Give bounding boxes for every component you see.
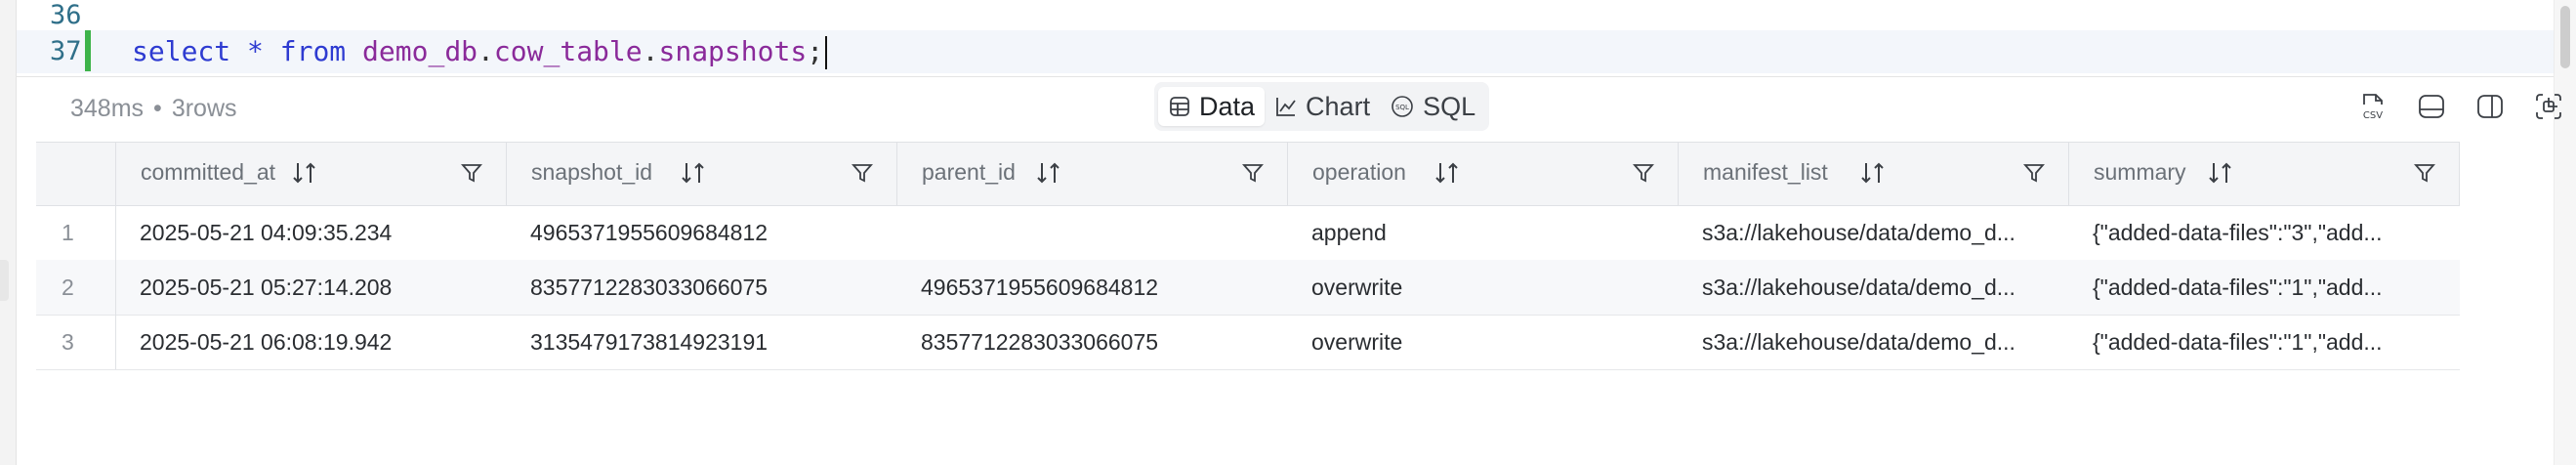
tab-label: SQL — [1423, 91, 1476, 121]
sort-icon[interactable] — [679, 160, 708, 190]
cell-summary[interactable]: {"added-data-files":"1","add... — [2093, 329, 2454, 356]
column-header-manifest-list[interactable]: manifest_list — [1679, 143, 2069, 205]
gutter-notch — [0, 260, 9, 301]
sql-punct: ; — [807, 35, 824, 67]
column-name: manifest_list — [1703, 159, 1828, 185]
cell-manifest-list[interactable]: s3a://lakehouse/data/demo_d... — [1702, 275, 2063, 301]
cell-manifest-list[interactable]: s3a://lakehouse/data/demo_d... — [1702, 329, 2063, 356]
row-number-text: 2 — [62, 275, 74, 300]
sql-editor[interactable]: 36 37 select * from demo_db.cow_table.sn… — [17, 0, 2555, 78]
result-toolbar: 348ms • 3rows Data Chart SQL SQL CSV — [17, 78, 2561, 141]
column-header-operation[interactable]: operation — [1288, 143, 1679, 205]
filter-icon[interactable] — [1242, 162, 1264, 189]
editor-divider — [17, 76, 2554, 77]
column-header-snapshot-id[interactable]: snapshot_id — [507, 143, 897, 205]
cell-snapshot-id[interactable]: 4965371955609684812 — [530, 220, 892, 246]
row-number-text: 1 — [62, 220, 74, 245]
view-tabs: Data Chart SQL SQL — [1154, 82, 1490, 131]
cell-committed-at[interactable]: 2025-05-21 05:27:14.208 — [140, 275, 501, 301]
cell-parent-id[interactable]: 8357712283033066075 — [921, 329, 1282, 356]
row-number: 3 — [36, 315, 116, 369]
filter-icon[interactable] — [461, 162, 482, 189]
tab-label: Data — [1199, 91, 1256, 121]
column-name: operation — [1312, 159, 1406, 185]
expand-icon[interactable] — [2532, 90, 2565, 123]
tab-chart[interactable]: Chart — [1265, 87, 1380, 126]
column-name: committed_at — [141, 159, 276, 185]
sql-icon: SQL — [1390, 94, 1415, 119]
filter-icon[interactable] — [852, 162, 873, 189]
cell-snapshot-id[interactable]: 3135479173814923191 — [530, 329, 892, 356]
tab-sql[interactable]: SQL SQL — [1380, 87, 1485, 126]
cell-snapshot-id[interactable]: 8357712283033066075 — [530, 275, 892, 301]
filter-icon[interactable] — [2023, 162, 2045, 189]
table-row[interactable]: 2 2025-05-21 05:27:14.208 83577122830330… — [36, 260, 2460, 316]
separator-dot: • — [153, 95, 162, 122]
cell-summary[interactable]: {"added-data-files":"1","add... — [2093, 275, 2454, 301]
sql-identifier: cow_table — [493, 35, 643, 67]
sort-icon[interactable] — [1858, 160, 1888, 190]
sql-identifier: demo_db — [362, 35, 478, 67]
scrollbar-thumb[interactable] — [2560, 6, 2570, 68]
column-name: parent_id — [922, 159, 1016, 185]
bottom-panel-icon[interactable] — [2415, 90, 2448, 123]
sql-identifier: snapshots — [658, 35, 808, 67]
filter-icon[interactable] — [1633, 162, 1654, 189]
cell-committed-at[interactable]: 2025-05-21 04:09:35.234 — [140, 220, 501, 246]
cell-committed-at[interactable]: 2025-05-21 06:08:19.942 — [140, 329, 501, 356]
cell-summary[interactable]: {"added-data-files":"3","add... — [2093, 220, 2454, 246]
side-panel-icon[interactable] — [2473, 90, 2507, 123]
line-chart-icon — [1274, 95, 1298, 118]
text-caret — [825, 36, 828, 69]
sql-punct: . — [478, 35, 494, 67]
row-count: 3rows — [171, 95, 237, 122]
column-name: summary — [2094, 159, 2186, 185]
left-gutter — [0, 0, 17, 465]
sql-keyword: select — [132, 35, 231, 67]
table-row[interactable]: 3 2025-05-21 06:08:19.942 31354791738149… — [36, 315, 2460, 370]
cell-parent-id[interactable]: 4965371955609684812 — [921, 275, 1282, 301]
column-name: snapshot_id — [531, 159, 653, 185]
column-header-summary[interactable]: summary — [2069, 143, 2460, 205]
column-header-parent-id[interactable]: parent_id — [897, 143, 1288, 205]
sort-icon[interactable] — [1433, 160, 1462, 190]
query-time: 348ms — [70, 95, 145, 122]
table-header: committed_at snapshot_id parent_id opera… — [36, 142, 2460, 206]
sort-icon[interactable] — [2206, 160, 2235, 190]
cell-operation[interactable]: overwrite — [1311, 275, 1673, 301]
sql-operator: * — [247, 35, 264, 67]
tab-data[interactable]: Data — [1158, 87, 1266, 126]
change-indicator — [85, 30, 91, 71]
cell-manifest-list[interactable]: s3a://lakehouse/data/demo_d... — [1702, 220, 2063, 246]
row-number: 2 — [36, 260, 116, 315]
svg-text:CSV: CSV — [2363, 110, 2383, 121]
filter-icon[interactable] — [2414, 162, 2435, 189]
line-number: 37 — [50, 36, 82, 66]
table-row[interactable]: 1 2025-05-21 04:09:35.234 49653719556096… — [36, 205, 2460, 261]
svg-text:SQL: SQL — [1395, 104, 1409, 111]
column-header-committed-at[interactable]: committed_at — [116, 143, 507, 205]
row-number-text: 3 — [62, 329, 74, 355]
sort-icon[interactable] — [1034, 160, 1063, 190]
sql-keyword: from — [279, 35, 347, 67]
csv-export-icon[interactable]: CSV — [2356, 90, 2389, 123]
code-line-37[interactable]: 37 select * from demo_db.cow_table.snaps… — [17, 30, 2555, 73]
row-number-header — [36, 143, 116, 205]
code-text[interactable]: select * from demo_db.cow_table.snapshot… — [132, 35, 828, 69]
row-number: 1 — [36, 205, 116, 260]
tab-label: Chart — [1306, 91, 1371, 121]
vertical-scrollbar[interactable] — [2554, 0, 2576, 465]
cell-operation[interactable]: append — [1311, 220, 1673, 246]
result-stats: 348ms • 3rows — [70, 95, 237, 123]
cell-operation[interactable]: overwrite — [1311, 329, 1673, 356]
toolbar-icons: CSV — [2356, 90, 2565, 123]
sort-icon[interactable] — [290, 160, 319, 190]
line-number: 36 — [50, 0, 82, 30]
table-icon — [1168, 95, 1191, 118]
sql-punct: . — [642, 35, 659, 67]
